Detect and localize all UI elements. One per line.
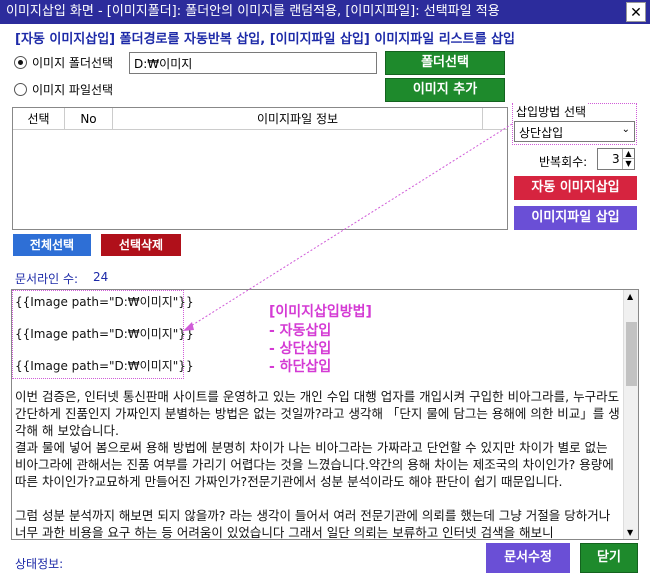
- close-icon[interactable]: ✕: [626, 2, 646, 22]
- delete-selected-button[interactable]: 선택삭제: [101, 234, 181, 256]
- status-label: 상태정보:: [15, 557, 64, 571]
- doc-line-count-label: 문서라인 수:: [15, 272, 79, 286]
- insert-method-select[interactable]: 상단삽입 ⌄: [514, 121, 635, 142]
- scroll-thumb[interactable]: [626, 322, 637, 386]
- annotation-item-auto: - 자동삽입: [269, 323, 332, 339]
- folder-radio[interactable]: [14, 56, 27, 69]
- select-all-button[interactable]: 전체선택: [13, 234, 91, 256]
- editor-scrollbar[interactable]: ▲ ▼: [623, 290, 638, 539]
- edit-document-button[interactable]: 문서수정: [486, 543, 570, 573]
- column-filler: [483, 108, 507, 130]
- folder-select-button[interactable]: 폴더선택: [385, 51, 505, 75]
- image-file-table[interactable]: 선택 No 이미지파일 정보: [12, 107, 508, 230]
- column-file-info[interactable]: 이미지파일 정보: [113, 108, 483, 130]
- file-radio[interactable]: [14, 83, 27, 96]
- insert-method-value: 상단삽입: [519, 126, 564, 140]
- window-title: 이미지삽입 화면 - [이미지폴더]: 폴더안의 이미지를 랜덤적용, [이미지…: [0, 0, 650, 24]
- annotation-title: [이미지삽입방법]: [269, 304, 372, 320]
- scroll-up-icon[interactable]: ▲: [627, 292, 633, 301]
- repeat-count-stepper[interactable]: 3 ▲ ▼: [597, 148, 635, 170]
- stepper-down-icon[interactable]: ▼: [622, 159, 634, 169]
- document-editor[interactable]: ▲ ▼ {{Image path="D:₩이미지"}} {{Image path…: [11, 289, 639, 540]
- stepper-up-icon[interactable]: ▲: [622, 149, 634, 159]
- add-image-button[interactable]: 이미지 추가: [385, 78, 505, 102]
- paragraph-blank: [15, 490, 621, 507]
- paragraph-2: 결과 물에 넣어 봄으로써 용해 방법에 분명히 차이가 나는 비아그라는 가짜…: [15, 440, 614, 489]
- chevron-down-icon: ⌄: [621, 124, 630, 135]
- headline: [자동 이미지삽입] 폴더경로를 자동반복 삽입, [이미지파일 삽입] 이미지…: [15, 32, 515, 47]
- column-select[interactable]: 선택: [13, 108, 65, 130]
- scroll-down-icon[interactable]: ▼: [627, 528, 633, 537]
- close-button[interactable]: 닫기: [580, 543, 638, 573]
- file-insert-button[interactable]: 이미지파일 삽입: [514, 206, 637, 230]
- image-placeholder-3: {{Image path="D:₩이미지"}}: [15, 359, 194, 373]
- repeat-count-value: 3: [612, 152, 620, 166]
- doc-line-count-value: 24: [93, 270, 109, 284]
- repeat-count-label: 반복회수:: [539, 155, 588, 169]
- paragraph-3: 그럼 성분 분석까지 해보면 되지 않을까? 라는 생각이 들어서 여러 전문기…: [15, 508, 611, 540]
- folder-option-label: 이미지 폴더선택: [32, 56, 114, 70]
- paragraph-1: 이번 검증은, 인터넷 통신판매 사이트를 운영하고 있는 개인 수입 대행 업…: [15, 389, 620, 438]
- column-no[interactable]: No: [65, 108, 113, 130]
- annotation-item-bottom: - 하단삽입: [269, 359, 332, 375]
- folder-path-input[interactable]: D:₩이미지: [129, 52, 377, 74]
- image-placeholder-1: {{Image path="D:₩이미지"}}: [15, 295, 194, 309]
- auto-insert-button[interactable]: 자동 이미지삽입: [514, 176, 637, 200]
- annotation-item-top: - 상단삽입: [269, 341, 332, 357]
- document-body: 이번 검증은, 인터넷 통신판매 사이트를 운영하고 있는 개인 수입 대행 업…: [15, 388, 621, 540]
- insert-method-label: 삽입방법 선택: [514, 103, 589, 120]
- file-option-label: 이미지 파일선택: [32, 83, 114, 97]
- image-placeholder-2: {{Image path="D:₩이미지"}}: [15, 327, 194, 341]
